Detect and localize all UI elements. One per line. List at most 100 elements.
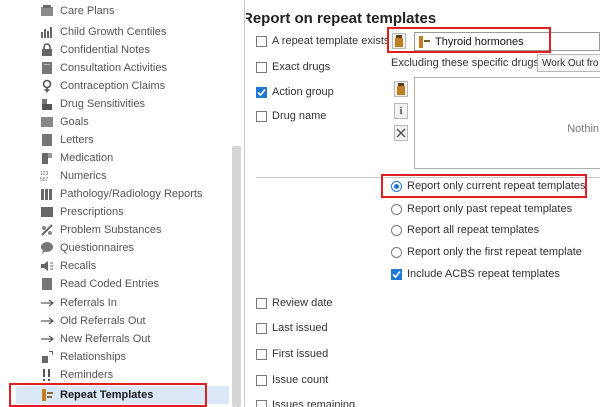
svg-text:567: 567 [40,177,49,183]
sidebar-item-questionnaires[interactable]: Questionnaires [40,239,230,257]
report-panel: Report on repeat templates A repeat temp… [246,0,600,407]
checkbox-label: A repeat template exists [272,35,390,47]
sidebar-item-label: Pathology/Radiology Reports [60,188,203,200]
drug-bottle-icon [397,83,405,95]
work-out-label: Work Out fro [542,57,599,69]
excluded-drugs-list[interactable]: Nothin [414,77,600,169]
empty-list-text: Nothin [567,123,599,135]
lock-icon [40,43,54,57]
lab-report-icon [40,187,54,201]
sidebar-item-pathology-radiology-reports[interactable]: Pathology/Radiology Reports [40,185,230,203]
excluding-drugs-label: Excluding these specific drugs [391,57,539,69]
radio-all-templates[interactable]: Report all repeat templates [391,224,539,236]
sidebar-item-repeat-templates[interactable]: Repeat Templates [16,386,229,404]
speech-bubble-icon [40,241,54,255]
sidebar-item-confidential-notes[interactable]: Confidential Notes [40,41,230,59]
radio-button[interactable] [391,180,402,192]
recall-icon [40,259,54,273]
checkbox-box[interactable] [256,297,267,309]
radio-button[interactable] [391,224,402,236]
template-value: Thyroid hormones [435,35,524,48]
sidebar-item-label: Numerics [60,170,107,182]
sidebar-item-numerics[interactable]: 123 567 Numerics [40,167,230,185]
first-issued-checkbox[interactable]: First issued [256,348,328,360]
template-exists-checkbox[interactable]: A repeat template exists [256,35,389,47]
relationships-icon [40,350,54,364]
include-acbs-checkbox[interactable]: Include ACBS repeat templates [391,268,560,280]
problem-substance-icon [40,223,54,237]
coded-entry-icon [40,277,54,291]
drug-name-checkbox[interactable]: Drug name [256,110,326,122]
repeat-template-icon [40,388,54,402]
checkbox-label: Action group [272,86,334,98]
checkbox-box[interactable] [256,86,267,98]
sidebar-item-drug-sensitivities[interactable]: Drug Sensitivities [40,95,230,113]
sidebar-item-relationships[interactable]: Relationships [40,348,230,366]
drug-picker-button[interactable] [392,33,406,49]
checkbox-box[interactable] [256,348,267,360]
checkbox-label: Issues remaining [272,399,356,407]
sidebar-item-old-referrals-out[interactable]: Old Referrals Out [40,312,230,330]
checkbox-label: Issue count [272,374,329,386]
checkbox-box[interactable] [256,374,267,386]
repeat-template-field[interactable]: Thyroid hormones [414,32,600,51]
sidebar-item-prescriptions[interactable]: Prescriptions [40,203,230,221]
female-symbol-icon [40,79,54,93]
sidebar-item-medication[interactable]: Medication [40,149,230,167]
sidebar-item-read-coded-entries[interactable]: Read Coded Entries [40,275,230,293]
sidebar-item-label: New Referrals Out [60,333,151,345]
radio-label: Report only past repeat templates [407,203,573,215]
add-drug-button[interactable] [394,81,408,97]
checkbox-box[interactable] [256,110,267,122]
sidebar-item-label: Problem Substances [60,224,162,236]
sidebar-item-recalls[interactable]: Recalls [40,257,230,275]
checkbox-box[interactable] [391,268,402,280]
checkbox-label: Drug name [272,110,327,122]
exclamation-icon [40,368,54,382]
numerics-icon: 123 567 [40,169,54,183]
sidebar-item-label: Relationships [60,351,127,363]
goals-icon [40,115,54,129]
sidebar-item-reminders[interactable]: Reminders [40,366,230,384]
prescription-icon [40,205,54,219]
sidebar-item-label: Contraception Claims [60,80,166,92]
sidebar-item-goals[interactable]: Goals [40,113,230,131]
sidebar-item-label: Repeat Templates [60,389,154,401]
chart-icon [40,25,54,39]
checkbox-box[interactable] [256,35,267,47]
info-icon[interactable]: i [394,103,408,119]
sidebar-item-child-growth-centiles[interactable]: Child Growth Centiles [40,23,230,41]
issues-remaining-checkbox[interactable]: Issues remaining [256,399,355,407]
sidebar-item-letters[interactable]: Letters [40,131,230,149]
checkbox-label: Exact drugs [272,61,331,73]
action-group-checkbox[interactable]: Action group [256,86,334,98]
radio-first-template[interactable]: Report only the first repeat template [391,246,582,258]
checkbox-box[interactable] [256,399,267,407]
checkbox-box[interactable] [256,322,267,334]
exact-drugs-checkbox[interactable]: Exact drugs [256,61,330,73]
sidebar-item-contraception-claims[interactable]: Contraception Claims [40,77,230,95]
sidebar-item-care-plans[interactable]: Care Plans [40,2,230,20]
radio-current-templates[interactable]: Report only current repeat templates [391,180,586,192]
folder-icon [40,61,54,75]
last-issued-checkbox[interactable]: Last issued [256,322,328,334]
checkbox-box[interactable] [256,61,267,73]
radio-button[interactable] [391,203,402,215]
issue-count-checkbox[interactable]: Issue count [256,374,328,386]
work-out-button[interactable]: Work Out fro [537,54,600,72]
sidebar-item-consultation-activities[interactable]: Consultation Activities [40,59,230,77]
sidebar-scrollbar[interactable] [232,146,241,407]
sidebar-item-label: Consultation Activities [60,62,167,74]
sidebar-item-new-referrals-out[interactable]: New Referrals Out [40,330,230,348]
radio-past-templates[interactable]: Report only past repeat templates [391,203,572,215]
sidebar-item-referrals-in[interactable]: Referrals In [40,294,230,312]
review-date-checkbox[interactable]: Review date [256,297,333,309]
sidebar-item-label: Care Plans [60,5,115,17]
medication-icon [40,151,54,165]
radio-label: Report only the first repeat template [407,246,582,258]
sidebar-item-problem-substances[interactable]: Problem Substances [40,221,230,239]
arrow-right-icon [40,332,54,346]
radio-button[interactable] [391,246,402,258]
remove-drug-button[interactable] [394,125,408,141]
checkmark-icon [392,270,401,278]
